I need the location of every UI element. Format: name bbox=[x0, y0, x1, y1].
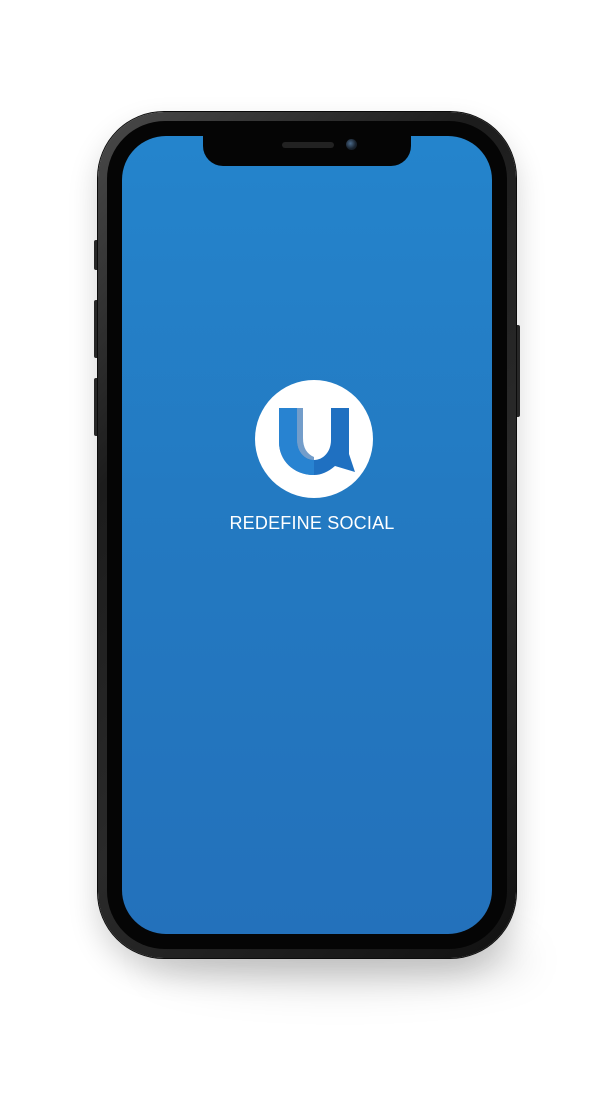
front-camera-icon bbox=[346, 139, 357, 150]
earpiece-speaker bbox=[282, 142, 334, 148]
u-speech-bubble-logo-icon bbox=[279, 408, 355, 475]
app-tagline: REDEFINE SOCIAL bbox=[229, 513, 395, 533]
phone-notch bbox=[203, 134, 411, 166]
app-logo bbox=[255, 380, 373, 498]
mockup-stage: REDEFINE SOCIAL bbox=[0, 0, 613, 1104]
splash-screen bbox=[122, 136, 492, 934]
